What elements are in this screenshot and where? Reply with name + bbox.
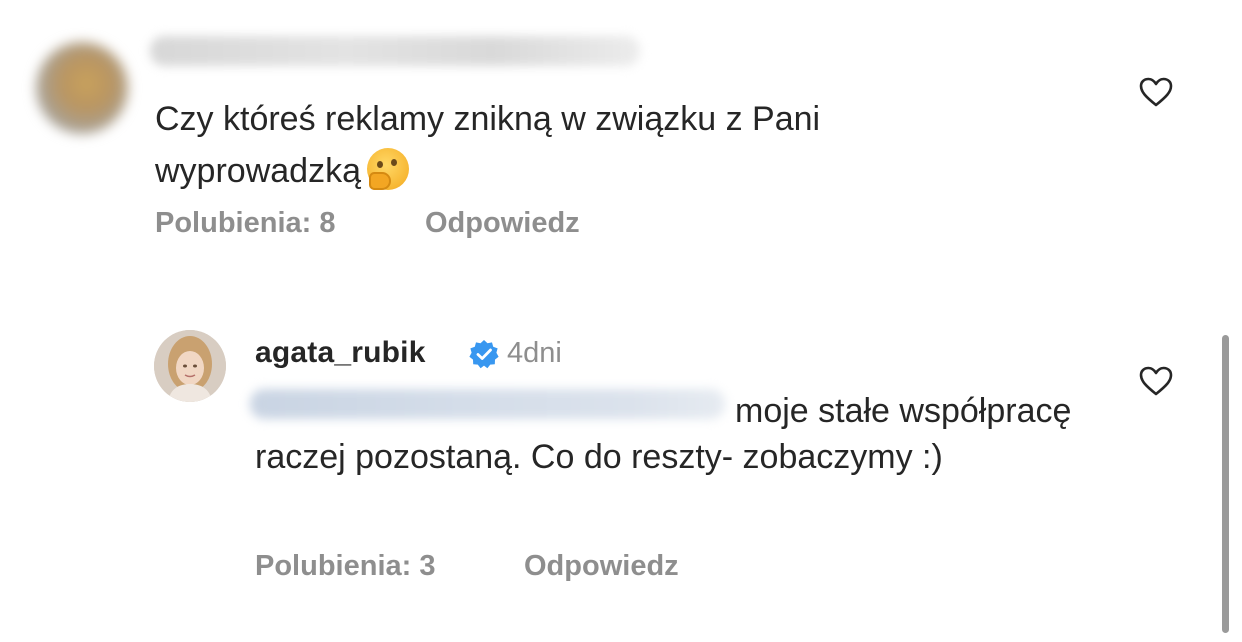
reply-likes-count[interactable]: Polubienia: 3	[255, 550, 435, 583]
heart-icon[interactable]	[1139, 366, 1173, 396]
comment-text: Czy któreś reklamy znikną w związku z Pa…	[155, 93, 1055, 197]
comment-text-line2: wyprowadzką	[155, 152, 361, 190]
reply-text: moje stałe współpracę raczej pozostaną. …	[255, 392, 1072, 476]
scrollbar[interactable]	[1222, 335, 1229, 633]
avatar-photo	[154, 330, 226, 402]
comment-likes-count[interactable]: Polubienia: 8	[155, 207, 335, 240]
commenter-avatar-blurred[interactable]	[36, 42, 128, 134]
avatar[interactable]	[154, 330, 226, 402]
comments-page: Czy któreś reklamy znikną w związku z Pa…	[0, 0, 1242, 642]
thinking-face-icon	[366, 148, 409, 190]
heart-icon[interactable]	[1139, 77, 1173, 107]
reply-timestamp: 4dni	[507, 337, 562, 369]
reply-username[interactable]: agata_rubik	[255, 336, 426, 370]
reply-button[interactable]: Odpowiedz	[524, 550, 679, 583]
commenter-username-blurred[interactable]	[150, 36, 640, 66]
verified-badge-icon	[469, 340, 499, 369]
reply-button[interactable]: Odpowiedz	[425, 207, 580, 240]
comment-text-line1: Czy któreś reklamy znikną w związku z Pa…	[155, 100, 821, 138]
